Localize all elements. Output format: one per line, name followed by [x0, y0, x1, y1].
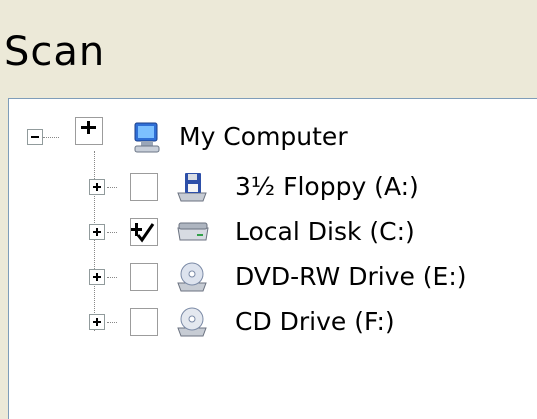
expand-toggle[interactable]: [89, 269, 105, 285]
tree-item-label: My Computer: [179, 122, 348, 151]
tree-item-checkbox[interactable]: [130, 173, 158, 201]
page-title: Scan: [4, 29, 106, 75]
tree-item-label: CD Drive (F:): [235, 307, 395, 336]
floppy-drive-icon: [177, 173, 207, 202]
dvd-drive-icon: [177, 262, 207, 292]
tree-item-my-computer[interactable]: My Computer: [9, 117, 509, 155]
tree-item-checkbox[interactable]: [130, 308, 158, 336]
collapse-toggle[interactable]: [27, 129, 43, 145]
expand-toggle[interactable]: [89, 179, 105, 195]
tree-item-cd-drive[interactable]: CD Drive (F:): [9, 304, 509, 340]
tree-item-floppy[interactable]: 3½ Floppy (A:): [9, 169, 509, 205]
tree-item-label: 3½ Floppy (A:): [235, 172, 419, 201]
tree-item-label: Local Disk (C:): [235, 217, 415, 246]
hard-disk-icon: [177, 222, 209, 241]
tree-item-label: DVD-RW Drive (E:): [235, 262, 467, 291]
expand-toggle[interactable]: [89, 314, 105, 330]
partial-check-icon: [131, 223, 155, 243]
cd-drive-icon: [177, 307, 207, 337]
partial-checkbox[interactable]: [75, 117, 103, 145]
drive-tree[interactable]: My Computer 3½ Floppy (A:) Local Disk (C…: [8, 98, 537, 419]
plus-mark-icon: [81, 121, 96, 134]
tree-item-checkbox[interactable]: [130, 263, 158, 291]
tree-item-local-disk[interactable]: Local Disk (C:): [9, 214, 509, 250]
partial-checkbox[interactable]: [130, 218, 158, 246]
expand-toggle[interactable]: [89, 224, 105, 240]
tree-item-dvd-drive[interactable]: DVD-RW Drive (E:): [9, 259, 509, 295]
computer-icon: [134, 122, 160, 153]
